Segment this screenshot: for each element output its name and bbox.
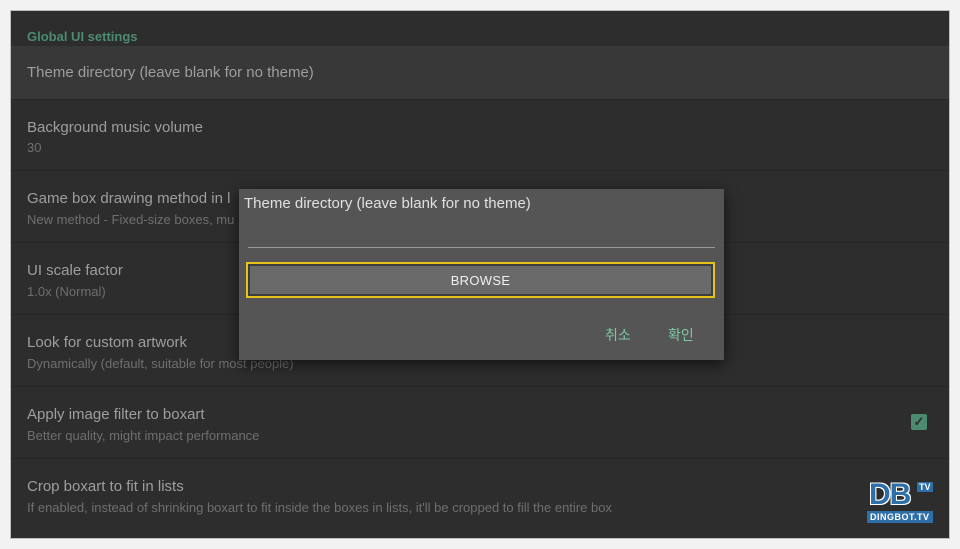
settings-screen: Global UI settings Theme directory (leav…	[10, 10, 950, 539]
pref-title: Look for custom artwork	[27, 334, 188, 351]
pref-crop-boxart[interactable]: Crop boxart to fit in lists If enabled, …	[11, 459, 949, 538]
pref-summary: Better quality, might impact performance	[27, 428, 260, 443]
checkbox-checked-icon[interactable]: ✓	[911, 414, 927, 430]
pref-summary: If enabled, instead of shrinking boxart …	[27, 500, 612, 515]
theme-directory-dialog: Theme directory (leave blank for no them…	[239, 189, 724, 360]
watermark-logo: DB TV DINGBOT.TV	[867, 478, 945, 532]
watermark-letters: DB	[869, 478, 911, 511]
ok-button[interactable]: 확인	[668, 325, 694, 345]
section-header: Global UI settings	[27, 29, 138, 44]
cancel-button[interactable]: 취소	[605, 325, 631, 345]
watermark-tv: TV	[917, 482, 933, 492]
pref-summary: 1.0x (Normal)	[27, 284, 106, 299]
watermark-text: DINGBOT.TV	[867, 511, 933, 523]
pref-background-music-volume[interactable]: Background music volume 30	[11, 100, 949, 171]
pref-title: Theme directory (leave blank for no them…	[27, 64, 314, 81]
pref-theme-directory[interactable]: Theme directory (leave blank for no them…	[11, 46, 949, 100]
pref-title: Background music volume	[27, 119, 203, 136]
browse-button[interactable]: BROWSE	[246, 262, 715, 298]
pref-apply-image-filter[interactable]: Apply image filter to boxart Better qual…	[11, 387, 949, 459]
theme-directory-input[interactable]	[248, 219, 715, 248]
browse-label: BROWSE	[450, 272, 511, 288]
pref-title: Game box drawing method in l	[27, 190, 231, 207]
pref-title: Apply image filter to boxart	[27, 406, 205, 423]
pref-title: UI scale factor	[27, 262, 123, 279]
pref-summary: New method - Fixed-size boxes, mu	[27, 212, 235, 227]
dialog-title: Theme directory (leave blank for no them…	[244, 195, 531, 212]
pref-summary: 30	[27, 140, 42, 155]
pref-title: Crop boxart to fit in lists	[27, 478, 184, 495]
